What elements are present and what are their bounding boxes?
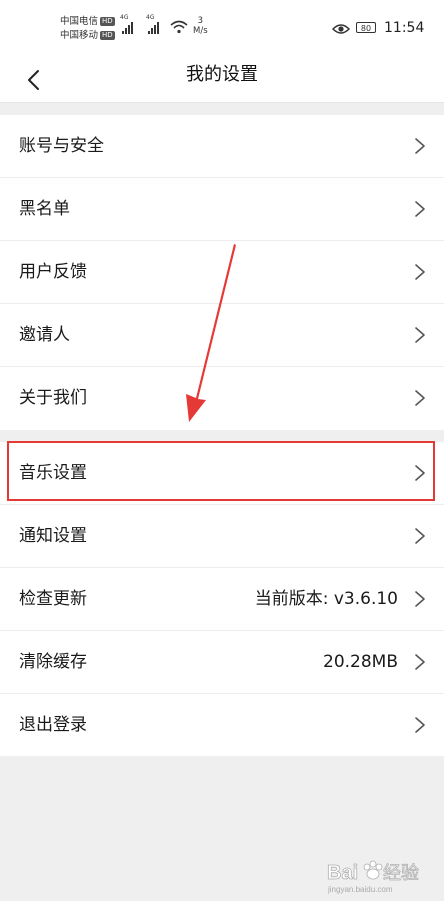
hd-badge-2: HD (100, 31, 115, 40)
settings-group-1: 账号与安全 黑名单 用户反馈 邀请人 关于我们 (0, 115, 444, 430)
settings-item-blacklist[interactable]: 黑名单 (0, 178, 444, 241)
nav-bar: 我的设置 (0, 58, 444, 103)
chevron-right-icon (415, 390, 425, 406)
chevron-right-icon (415, 528, 425, 544)
svg-text:经验: 经验 (383, 863, 419, 884)
svg-text:jingyan.baidu.com: jingyan.baidu.com (327, 885, 393, 894)
hd-badge-1: HD (100, 17, 115, 26)
chevron-right-icon (415, 591, 425, 607)
settings-item-label: 邀请人 (19, 325, 70, 345)
settings-item-logout[interactable]: 退出登录 (0, 694, 444, 757)
settings-item-label: 检查更新 (19, 589, 87, 609)
speed-unit: M/s (193, 26, 208, 36)
signal-icon-1: 4G (120, 14, 133, 34)
settings-item-about-us[interactable]: 关于我们 (0, 367, 444, 430)
settings-item-clear-cache[interactable]: 清除缓存 20.28MB (0, 631, 444, 694)
chevron-right-icon (415, 264, 425, 280)
settings-item-inviter[interactable]: 邀请人 (0, 304, 444, 367)
chevron-right-icon (415, 327, 425, 343)
settings-item-account-security[interactable]: 账号与安全 (0, 115, 444, 178)
status-bar: 中国电信 HD 中国移动 HD 4G 4G 3 M/s 80 11:54 (0, 0, 444, 58)
page-title: 我的设置 (186, 64, 258, 85)
settings-group-2: 音乐设置 通知设置 检查更新 当前版本: v3.6.10 清除缓存 20.28M… (0, 442, 444, 756)
carrier-1: 中国电信 HD (60, 16, 115, 28)
chevron-right-icon (415, 717, 425, 733)
settings-item-music-settings[interactable]: 音乐设置 (0, 442, 444, 505)
settings-item-feedback[interactable]: 用户反馈 (0, 241, 444, 304)
settings-item-label: 通知设置 (19, 526, 87, 546)
clock: 11:54 (384, 20, 425, 36)
svg-text:Bai: Bai (327, 862, 358, 884)
signal-icon-2: 4G (146, 14, 159, 34)
current-version-value: 当前版本: v3.6.10 (254, 589, 398, 609)
settings-item-label: 关于我们 (19, 388, 87, 408)
carrier-1-label: 中国电信 (60, 16, 99, 27)
eye-icon (332, 24, 350, 34)
settings-item-check-update[interactable]: 检查更新 当前版本: v3.6.10 (0, 568, 444, 631)
chevron-right-icon (415, 654, 425, 670)
chevron-right-icon (415, 138, 425, 154)
settings-item-label: 用户反馈 (19, 262, 87, 282)
chevron-right-icon (415, 201, 425, 217)
network-type-2: 4G (146, 14, 155, 21)
battery-icon: 80 (356, 22, 376, 33)
settings-item-label: 退出登录 (19, 715, 87, 735)
network-type-1: 4G (120, 14, 129, 21)
wifi-icon (170, 20, 188, 34)
settings-item-label: 音乐设置 (19, 463, 87, 483)
settings-item-notification-settings[interactable]: 通知设置 (0, 505, 444, 568)
settings-item-label: 清除缓存 (19, 652, 87, 672)
speed-value: 3 (197, 16, 204, 26)
cache-size-value: 20.28MB (323, 652, 398, 672)
carrier-2: 中国移动 HD (60, 30, 115, 42)
settings-item-label: 黑名单 (19, 199, 70, 219)
carrier-2-label: 中国移动 (60, 30, 99, 41)
chevron-right-icon (415, 465, 425, 481)
baidu-watermark-logo: Bai 经验 jingyan.baidu.com (325, 855, 437, 895)
settings-item-label: 账号与安全 (19, 136, 104, 156)
network-speed: 3 M/s (193, 16, 208, 36)
